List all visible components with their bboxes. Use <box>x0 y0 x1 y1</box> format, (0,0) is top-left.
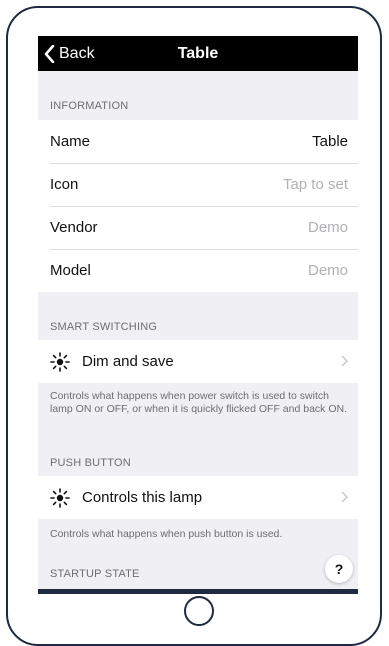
dim-and-save-row[interactable]: Dim and save <box>38 340 358 383</box>
screen-bottom-edge <box>38 589 358 594</box>
home-button[interactable] <box>184 596 214 626</box>
back-label: Back <box>59 44 95 62</box>
smart-switching-note: Controls what happens when power switch … <box>50 390 348 415</box>
controls-this-lamp-row[interactable]: Controls this lamp <box>38 476 358 519</box>
vendor-label: Vendor <box>50 219 98 236</box>
push-button-group: Controls this lamp <box>38 476 358 519</box>
app-screen: Back Table INFORMATION Name Table Icon T… <box>38 36 358 594</box>
name-label: Name <box>50 133 91 150</box>
navigation-bar: Back Table <box>38 36 358 71</box>
chevron-right-icon <box>341 490 349 506</box>
help-button[interactable]: ? <box>325 555 353 583</box>
icon-value: Tap to set <box>282 176 348 193</box>
controls-this-lamp-label: Controls this lamp <box>82 489 203 506</box>
smart-switching-header: SMART SWITCHING <box>50 321 158 333</box>
chevron-left-icon <box>44 44 55 63</box>
sun-icon <box>50 487 70 508</box>
model-value: Demo <box>307 262 348 279</box>
model-label: Model <box>50 262 91 279</box>
icon-label: Icon <box>50 176 79 193</box>
information-header: INFORMATION <box>50 100 129 112</box>
smart-switching-group: Dim and save <box>38 340 358 383</box>
vendor-row[interactable]: Vendor Demo <box>38 206 358 249</box>
sun-icon <box>50 351 70 372</box>
push-button-note: Controls what happens when push button i… <box>50 528 283 540</box>
name-value: Table <box>312 133 348 150</box>
dim-and-save-label: Dim and save <box>82 353 174 370</box>
information-group: Name Table Icon Tap to set Vendor Demo M… <box>38 120 358 292</box>
name-row[interactable]: Name Table <box>38 120 358 163</box>
chevron-right-icon <box>341 354 349 370</box>
push-button-header: PUSH BUTTON <box>50 457 131 469</box>
vendor-value: Demo <box>307 219 348 236</box>
model-row[interactable]: Model Demo <box>38 249 358 292</box>
back-button[interactable]: Back <box>44 36 95 71</box>
icon-row[interactable]: Icon Tap to set <box>38 163 358 206</box>
startup-state-header: STARTUP STATE <box>50 568 140 580</box>
